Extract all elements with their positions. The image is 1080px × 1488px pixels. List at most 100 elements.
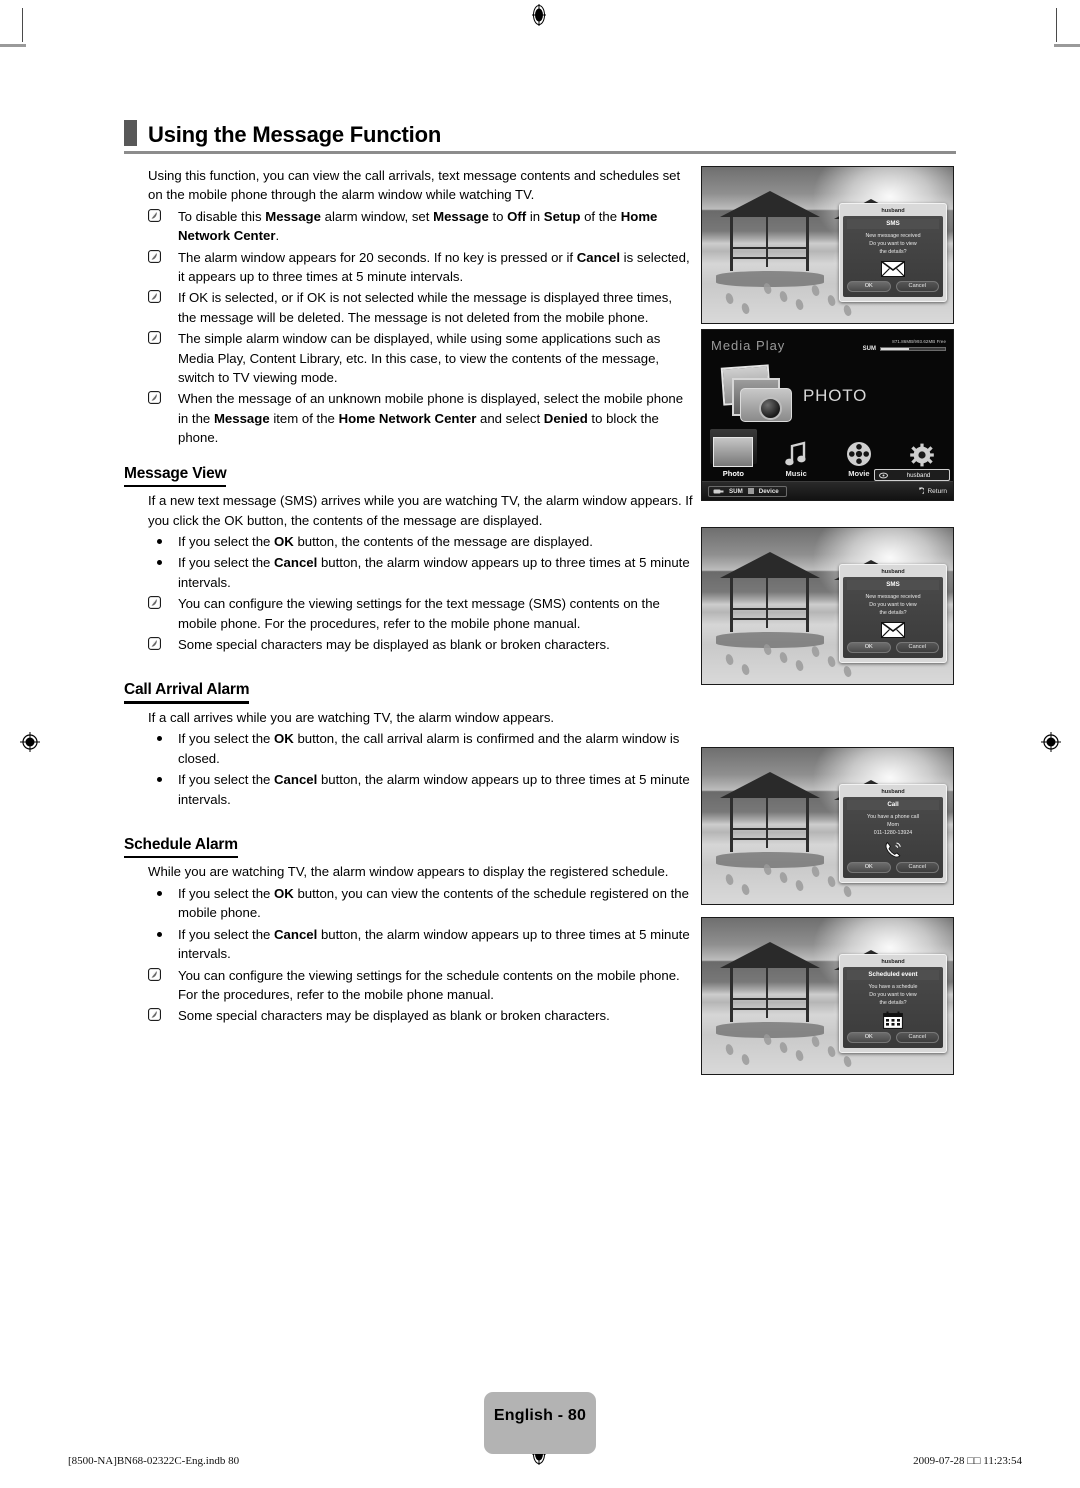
page-number-badge: English - 80 xyxy=(484,1392,596,1454)
envelope-icon xyxy=(881,261,905,278)
cancel-button[interactable]: Cancel xyxy=(895,861,939,873)
note-text: You can configure the viewing settings f… xyxy=(178,967,680,1002)
bullet-text: If you select the Cancel button, the ala… xyxy=(178,555,690,590)
section-rule xyxy=(124,855,238,859)
manual-page: Using the Message Function Using this fu… xyxy=(0,0,1080,1488)
bullet-text: If you select the Cancel button, the ala… xyxy=(178,926,690,962)
return-control[interactable]: Return xyxy=(916,487,947,495)
phone-icon xyxy=(881,841,905,859)
note-text: You can configure the viewing settings f… xyxy=(178,596,660,631)
screenshot-media-play: Media Play 871.86MB/993.62MB Free SUM PH… xyxy=(701,329,954,501)
cancel-button[interactable]: Cancel xyxy=(895,1031,939,1043)
dialog-title: SMS xyxy=(847,219,939,229)
page-title: Using the Message Function xyxy=(148,121,442,147)
bullet-text: If you select the OK button, you can vie… xyxy=(178,885,689,921)
section-title: Schedule Alarm xyxy=(124,835,238,853)
note-item: You can configure the viewing settings f… xyxy=(148,966,693,1005)
dialog-sender: husband xyxy=(881,208,905,214)
section-rule xyxy=(124,701,250,704)
calendar-icon xyxy=(881,1011,905,1030)
media-play-title: Media Play xyxy=(711,338,786,353)
ok-button[interactable]: OK xyxy=(847,280,891,292)
section-body-message-view: If a new text message (SMS) arrives whil… xyxy=(148,491,693,654)
media-category-photo[interactable]: Photo xyxy=(702,429,765,478)
note-item: Some special characters may be displayed… xyxy=(148,1006,693,1025)
bullet-item: If you select the Cancel button, the ala… xyxy=(148,770,693,809)
bullet-text: If you select the OK button, the content… xyxy=(178,534,593,549)
note-item: To disable this Message alarm window, se… xyxy=(148,207,693,246)
note-text: The simple alarm window can be displayed… xyxy=(178,331,661,386)
bullet-icon xyxy=(148,532,178,551)
selected-category-label: PHOTO xyxy=(803,386,868,405)
section-heading-call-arrival-alarm: Call Arrival Alarm xyxy=(124,681,250,704)
category-label: Photo xyxy=(722,469,744,478)
section-intro: If a new text message (SMS) arrives whil… xyxy=(148,493,693,528)
bullet-item: If you select the Cancel button, the ala… xyxy=(148,925,693,964)
page-heading: Using the Message Function xyxy=(124,120,956,154)
bullet-text: If you select the OK button, the call ar… xyxy=(178,731,680,766)
footer-file-info: [8500-NA]BN68-02322C-Eng.indb 80 xyxy=(68,1455,240,1467)
dialog-title: Call xyxy=(847,800,939,810)
section-body-call-arrival-alarm: If a call arrives while you are watching… xyxy=(148,708,693,809)
section-title: Call Arrival Alarm xyxy=(124,681,250,699)
device-tooltip[interactable]: husband xyxy=(874,469,950,481)
media-category-music[interactable]: Music xyxy=(765,431,828,478)
bullet-icon xyxy=(148,884,178,923)
note-item: You can configure the viewing settings f… xyxy=(148,594,693,633)
category-label: Music xyxy=(785,469,807,478)
bullet-icon xyxy=(148,770,178,809)
ok-button[interactable]: OK xyxy=(847,641,891,653)
heading-rule xyxy=(124,151,956,154)
bottom-key-label: SUM xyxy=(729,487,743,495)
storage-label: SUM xyxy=(862,346,876,352)
device-selector[interactable]: SUM Device xyxy=(708,485,787,497)
dialog-line-3: 011-1280-13924 xyxy=(873,830,913,837)
bullet-item: If you select the Cancel button, the ala… xyxy=(148,553,693,592)
trim-tick-left xyxy=(0,44,26,47)
heading-marker-icon xyxy=(124,120,137,146)
note-icon xyxy=(148,207,178,246)
dialog-sender: husband xyxy=(881,789,905,795)
note-icon xyxy=(148,594,178,633)
note-icon xyxy=(148,1006,178,1025)
trim-tick-right xyxy=(1054,44,1080,47)
ok-button[interactable]: OK xyxy=(847,861,891,873)
dialog-line-1: You have a schedule xyxy=(868,984,918,990)
screenshot-sms-alarm-2: husband SMS New message received Do you … xyxy=(701,527,954,685)
dialog-line-2: Do you want to view xyxy=(869,992,917,999)
beach-hut xyxy=(720,552,820,636)
dialog-title: Scheduled event xyxy=(847,970,939,980)
dialog-line-1: New message received xyxy=(865,594,921,600)
screenshot-sms-alarm: husband SMS New message received Do you … xyxy=(701,166,954,324)
note-icon xyxy=(148,329,178,387)
registration-target-icon xyxy=(528,4,550,26)
dialog-line-3: the details? xyxy=(879,610,907,617)
note-icon xyxy=(148,389,178,447)
envelope-icon xyxy=(881,622,905,639)
note-item: If OK is selected, or if OK is not selec… xyxy=(148,288,693,327)
registration-target-icon xyxy=(19,731,41,753)
dialog-sender: husband xyxy=(881,959,905,965)
media-play-bottom-bar: SUM Device Return xyxy=(702,481,953,500)
bullet-icon xyxy=(148,553,178,592)
dialog-line-3: the details? xyxy=(879,249,907,256)
return-label: Return xyxy=(927,487,947,495)
cancel-button[interactable]: Cancel xyxy=(895,280,939,292)
intro-paragraph: Using this function, you can view the ca… xyxy=(148,168,681,203)
section-heading-schedule-alarm: Schedule Alarm xyxy=(124,836,238,859)
note-item: The simple alarm window can be displayed… xyxy=(148,329,693,387)
section-intro: If a call arrives while you are watching… xyxy=(148,709,555,725)
section-body-schedule-alarm: While you are watching TV, the alarm win… xyxy=(148,862,693,1025)
bullet-text: If you select the Cancel button, the ala… xyxy=(178,772,690,807)
cancel-button[interactable]: Cancel xyxy=(895,641,939,653)
film-reel-icon xyxy=(828,431,891,467)
storage-bar xyxy=(880,347,946,351)
note-text: The alarm window appears for 20 seconds.… xyxy=(178,249,690,285)
dialog-title: SMS xyxy=(847,580,939,590)
music-note-icon xyxy=(765,431,828,467)
schedule-alarm-dialog: husband Scheduled event You have a sched… xyxy=(839,954,947,1053)
note-text: When the message of an unknown mobile ph… xyxy=(178,391,684,446)
photo-icon xyxy=(702,431,765,467)
ok-button[interactable]: OK xyxy=(847,1031,891,1043)
bullet-icon xyxy=(148,925,178,964)
